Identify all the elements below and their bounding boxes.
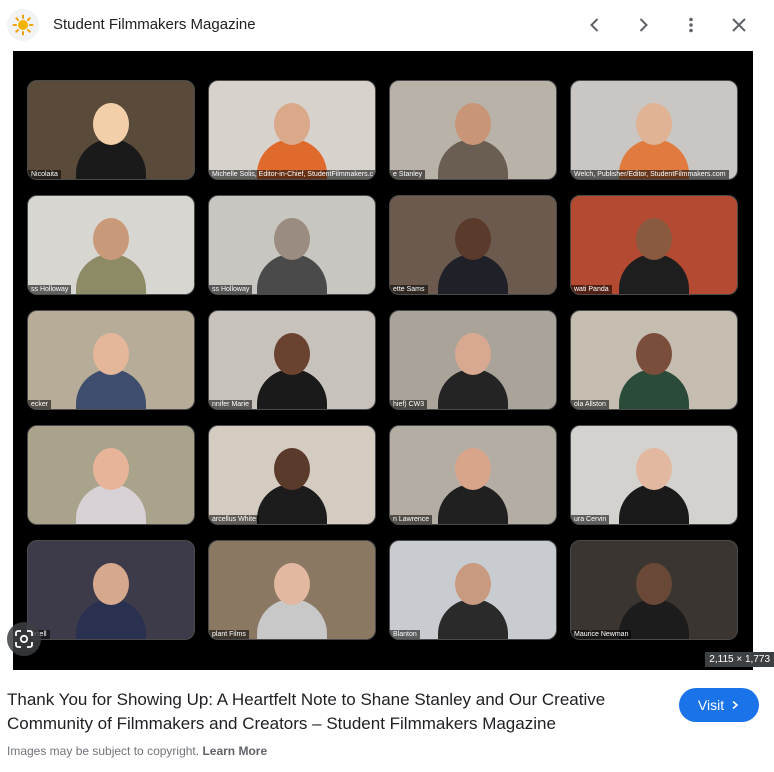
participant-face <box>274 103 310 145</box>
participant-body <box>438 484 508 524</box>
participant-name: Michelle Solis, Editor-in-Chief, Student… <box>209 170 375 179</box>
participant-face <box>274 333 310 375</box>
participant-face <box>455 333 491 375</box>
participant-tile: wati Panda <box>570 195 738 295</box>
participant-face <box>455 218 491 260</box>
chevron-left-icon <box>590 18 599 32</box>
participant-body <box>76 139 146 179</box>
participant-name: ette Sams <box>390 285 428 294</box>
participant-tile: ss Holloway <box>208 195 376 295</box>
participant-body <box>76 254 146 294</box>
participant-name: arcellus White <box>209 515 259 524</box>
participant-tile: arcellus White <box>208 425 376 525</box>
participant-face <box>93 563 129 605</box>
site-favicon <box>7 9 39 41</box>
participant-name: n Lawrence <box>390 515 433 524</box>
participant-body <box>257 254 327 294</box>
participant-tile: arrell <box>27 540 195 640</box>
participant-face <box>93 218 129 260</box>
participant-face <box>93 333 129 375</box>
participant-face <box>455 448 491 490</box>
participant-name: plant Films <box>209 630 249 639</box>
participant-body <box>619 484 689 524</box>
participant-tile: Maurice Newman <box>570 540 738 640</box>
participant-face <box>636 333 672 375</box>
previous-button[interactable] <box>581 11 609 39</box>
chevron-right-icon <box>639 18 648 32</box>
participant-name: Welch, Publisher/Editor, StudentFilmmake… <box>571 170 729 179</box>
participant-face <box>636 563 672 605</box>
more-options-button[interactable] <box>677 11 705 39</box>
participant-tile: ette Sams <box>389 195 557 295</box>
close-button[interactable] <box>725 11 753 39</box>
participant-body <box>438 139 508 179</box>
video-call-grid: Nicolaita Michelle Solis, Editor-in-Chief… <box>27 80 738 640</box>
visual-search-button[interactable] <box>7 622 41 656</box>
image-dimensions: 2,115 × 1,773 <box>705 652 774 667</box>
participant-tile: hief) CW3 <box>389 310 557 410</box>
participant-tile: ecker <box>27 310 195 410</box>
participant-face <box>93 448 129 490</box>
participant-tile: Nicolaita <box>27 80 195 180</box>
participant-body <box>257 599 327 639</box>
participant-tile: ss Holloway <box>27 195 195 295</box>
participant-tile <box>27 425 195 525</box>
participant-name: ola Allston <box>571 400 609 409</box>
participant-name: ecker <box>28 400 52 409</box>
participant-tile: nnifer Marie <box>208 310 376 410</box>
participant-name: Maurice Newman <box>571 630 632 639</box>
participant-name: Nicolaita <box>28 170 61 179</box>
participant-name: nnifer Marie <box>209 400 252 409</box>
participant-name: hief) CW3 <box>390 400 428 409</box>
participant-face <box>274 563 310 605</box>
participant-name: e Stanley <box>390 170 426 179</box>
next-button[interactable] <box>629 11 657 39</box>
participant-body <box>619 254 689 294</box>
chevron-right-icon <box>732 700 739 710</box>
participant-body <box>257 484 327 524</box>
participant-face <box>636 218 672 260</box>
participant-tile: ura Cervin <box>570 425 738 525</box>
visit-label: Visit <box>697 697 725 713</box>
participant-tile: e Stanley <box>389 80 557 180</box>
participant-name: ura Cervin <box>571 515 610 524</box>
participant-body <box>438 369 508 409</box>
participant-name: ss Holloway <box>28 285 72 294</box>
more-vert-icon <box>689 17 693 33</box>
participant-face <box>455 563 491 605</box>
participant-body <box>76 484 146 524</box>
participant-body <box>76 369 146 409</box>
participant-name: ss Holloway <box>209 285 253 294</box>
participant-name: wati Panda <box>571 285 612 294</box>
participant-body <box>619 369 689 409</box>
participant-tile: Blanton <box>389 540 557 640</box>
preview-image[interactable]: Nicolaita Michelle Solis, Editor-in-Chief… <box>13 51 753 670</box>
participant-body <box>257 369 327 409</box>
visit-button[interactable]: Visit <box>679 688 759 722</box>
participant-face <box>93 103 129 145</box>
participant-tile: plant Films <box>208 540 376 640</box>
copyright-text: Images may be subject to copyright. <box>7 744 200 758</box>
participant-name: Blanton <box>390 630 420 639</box>
participant-body <box>438 254 508 294</box>
site-name[interactable]: Student Filmmakers Magazine <box>53 16 256 33</box>
close-icon <box>732 18 746 32</box>
sun-logo-icon <box>12 14 34 36</box>
participant-body <box>76 599 146 639</box>
result-title[interactable]: Thank You for Showing Up: A Heartfelt No… <box>7 688 657 736</box>
lens-icon <box>15 630 33 648</box>
participant-face <box>274 218 310 260</box>
participant-tile: ola Allston <box>570 310 738 410</box>
learn-more-link[interactable]: Learn More <box>202 744 267 758</box>
participant-body <box>438 599 508 639</box>
participant-face <box>636 103 672 145</box>
copyright-notice: Images may be subject to copyright. Lear… <box>7 744 267 758</box>
viewer-header: Student Filmmakers Magazine <box>0 0 774 50</box>
participant-face <box>636 448 672 490</box>
participant-face <box>455 103 491 145</box>
participant-face <box>274 448 310 490</box>
participant-tile: Welch, Publisher/Editor, StudentFilmmake… <box>570 80 738 180</box>
participant-tile: n Lawrence <box>389 425 557 525</box>
participant-tile: Michelle Solis, Editor-in-Chief, Student… <box>208 80 376 180</box>
